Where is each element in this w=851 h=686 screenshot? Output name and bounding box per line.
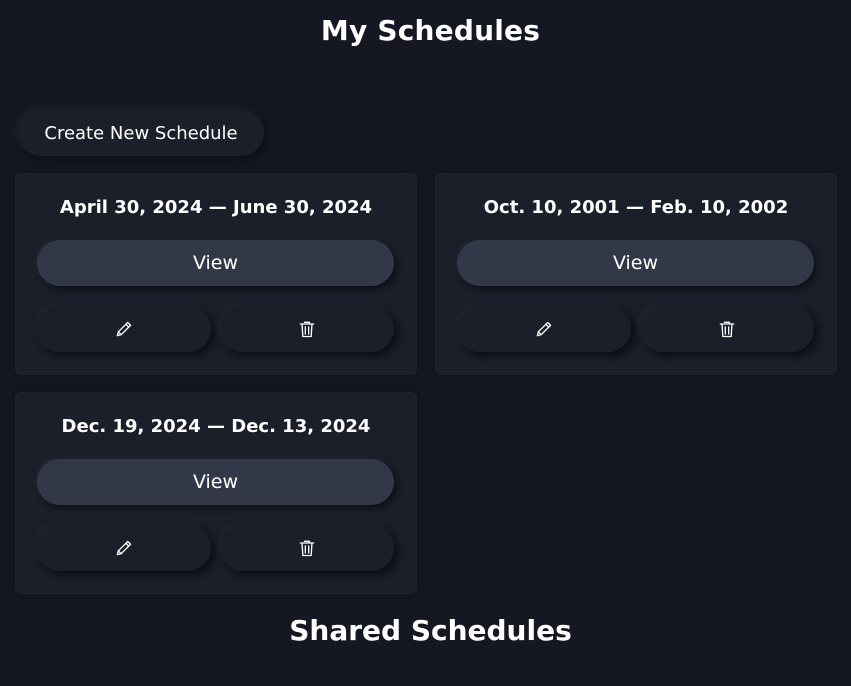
- trash-icon: [299, 321, 315, 338]
- schedule-date-range: Oct. 10, 2001 — Feb. 10, 2002: [483, 197, 789, 218]
- edit-schedule-button[interactable]: [457, 306, 631, 352]
- create-schedule-button[interactable]: Create New Schedule: [18, 110, 264, 156]
- pencil-icon: [116, 540, 132, 556]
- schedule-date-range: Dec. 19, 2024 — Dec. 13, 2024: [61, 416, 371, 437]
- delete-schedule-button[interactable]: [220, 525, 394, 571]
- schedule-card: April 30, 2024 — June 30, 2024 View: [15, 173, 417, 375]
- view-schedule-button[interactable]: View: [457, 240, 814, 286]
- trash-icon: [719, 321, 735, 338]
- schedule-card: Oct. 10, 2001 — Feb. 10, 2002 View: [435, 173, 837, 375]
- edit-schedule-button[interactable]: [37, 525, 211, 571]
- edit-schedule-button[interactable]: [37, 306, 211, 352]
- view-schedule-button[interactable]: View: [37, 240, 394, 286]
- pencil-icon: [116, 321, 132, 337]
- delete-schedule-button[interactable]: [220, 306, 394, 352]
- delete-schedule-button[interactable]: [640, 306, 814, 352]
- schedule-date-range: April 30, 2024 — June 30, 2024: [59, 197, 373, 218]
- shared-schedules-heading: Shared Schedules: [289, 614, 572, 647]
- pencil-icon: [536, 321, 552, 337]
- schedule-card: Dec. 19, 2024 — Dec. 13, 2024 View: [15, 392, 417, 594]
- page-title: My Schedules: [320, 14, 541, 47]
- schedules-page: My Schedules Create New Schedule April 3…: [0, 0, 851, 686]
- trash-icon: [299, 540, 315, 557]
- view-schedule-button[interactable]: View: [37, 459, 394, 505]
